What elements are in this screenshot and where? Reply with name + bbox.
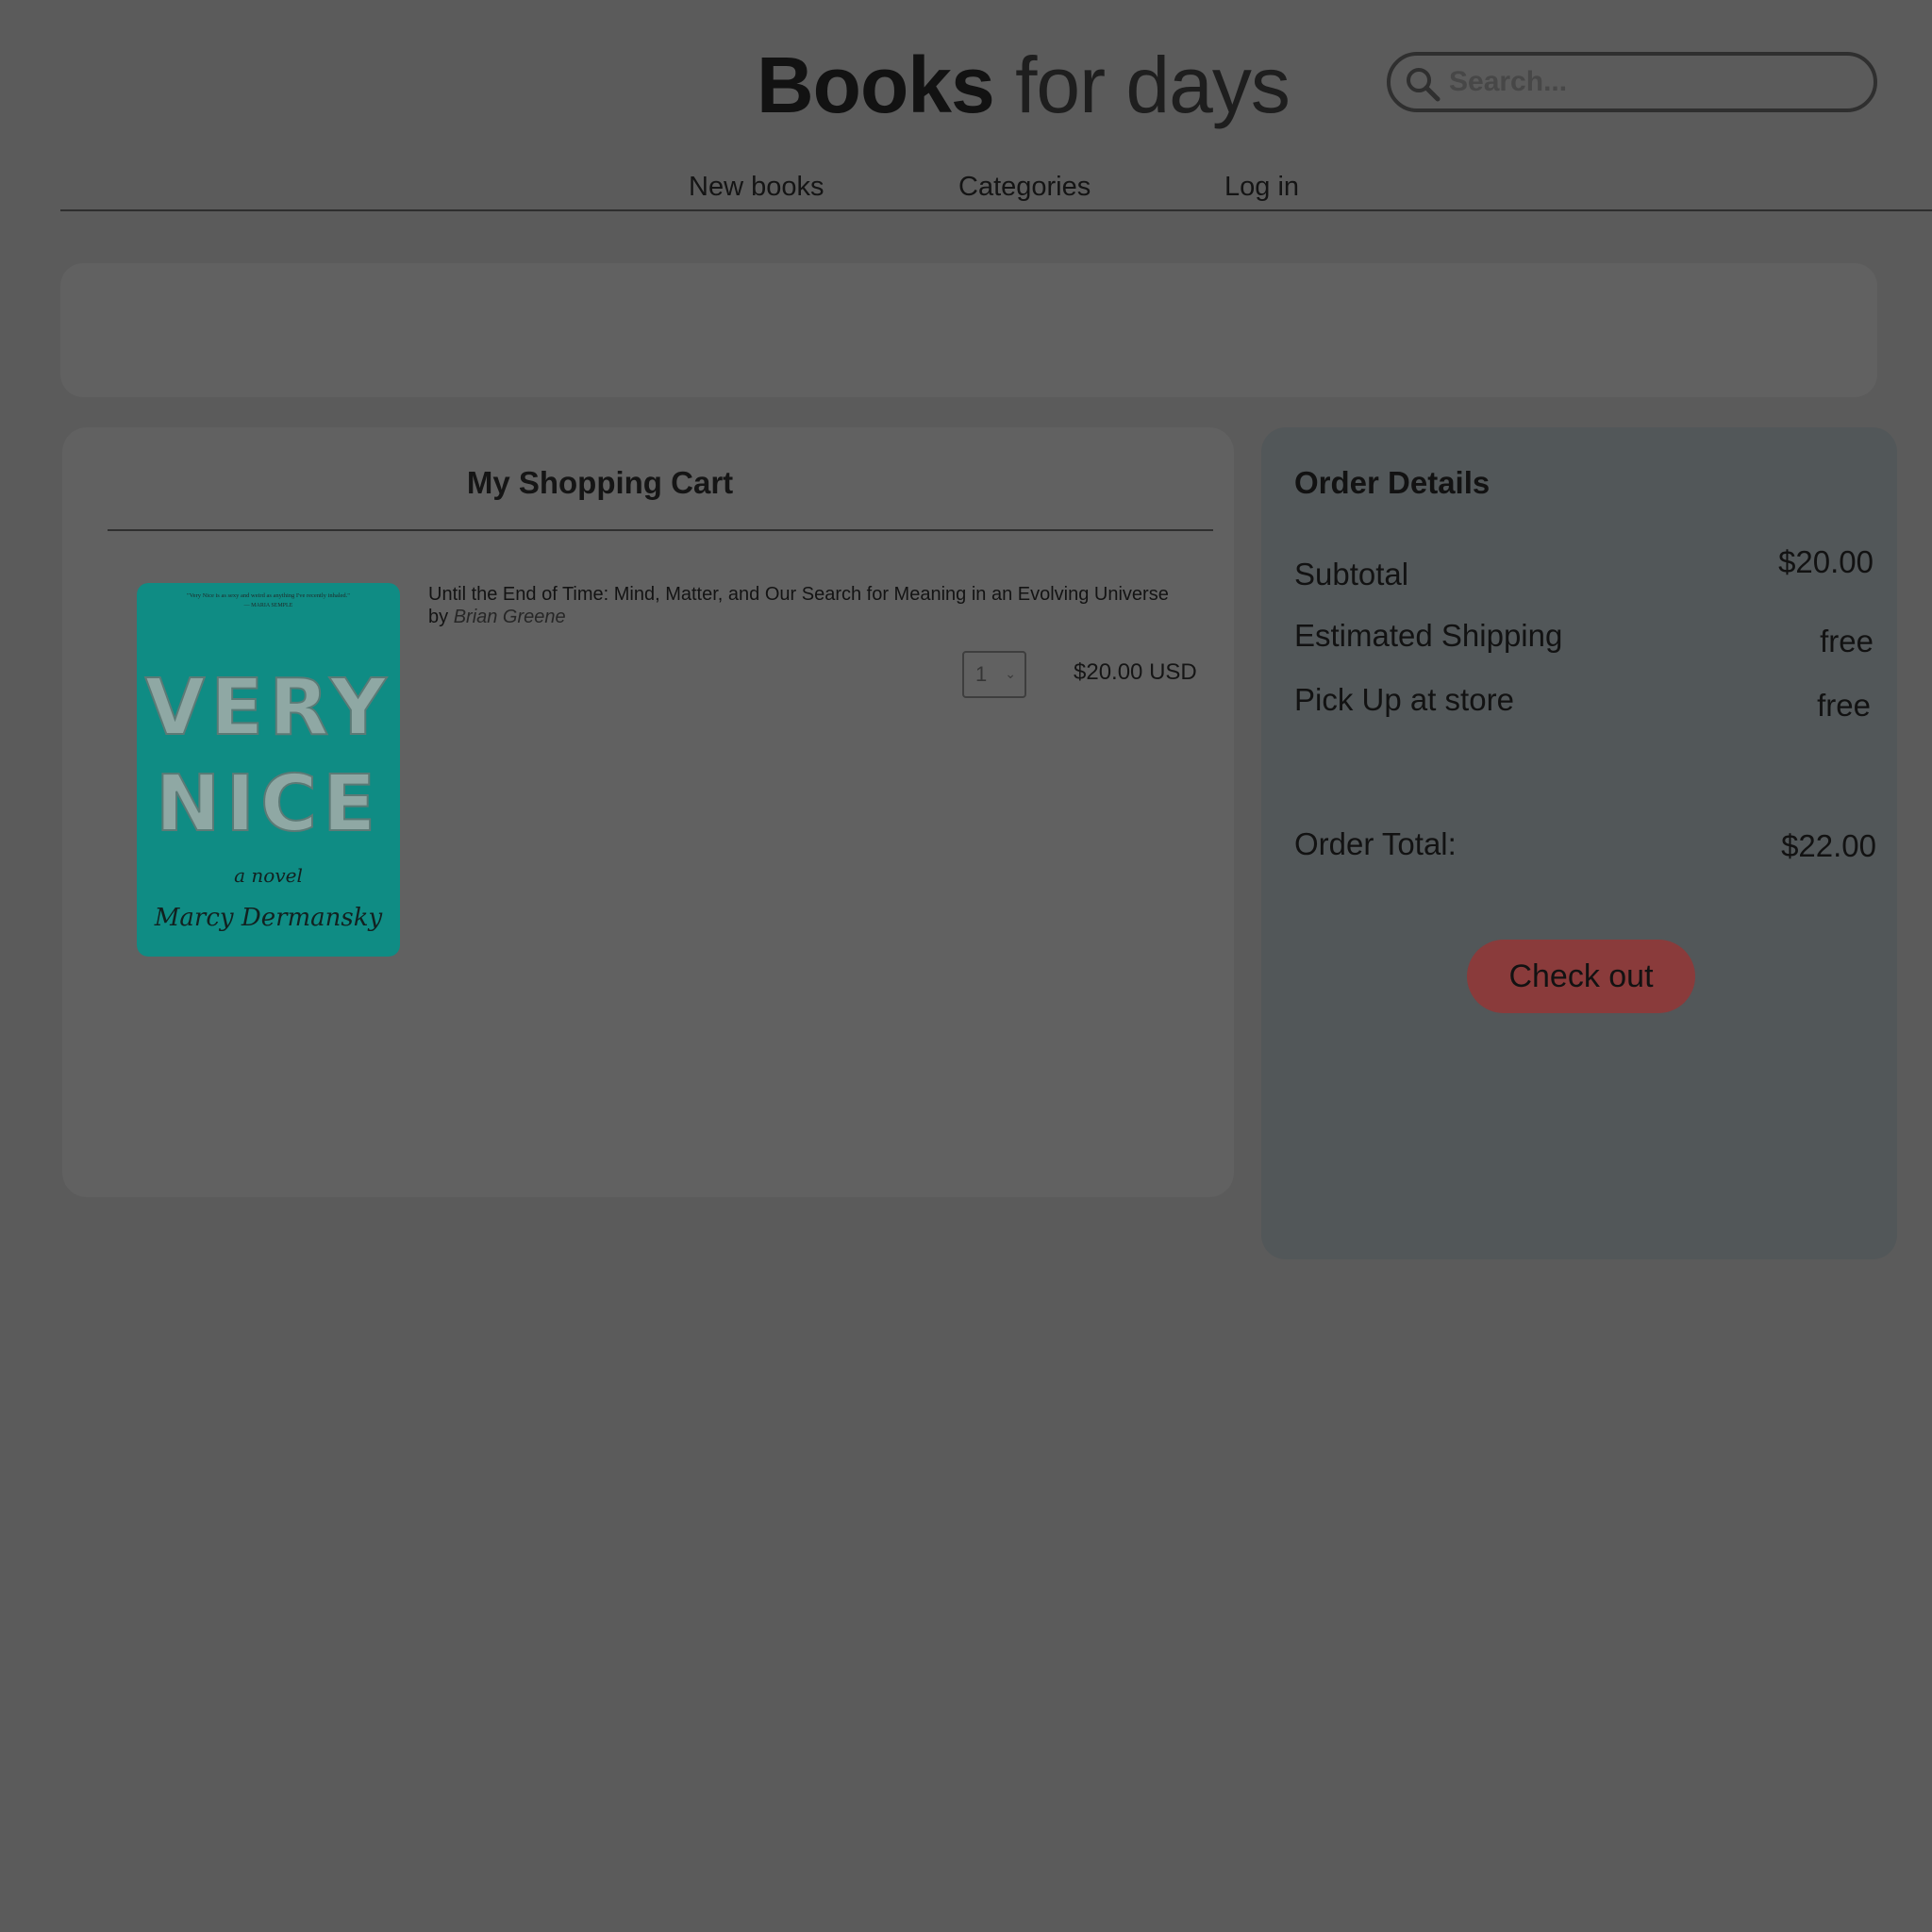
site-logo[interactable]: Books for days xyxy=(757,38,1291,132)
quantity-select[interactable]: 1 ⌄ xyxy=(962,651,1026,698)
subtotal-value: $20.00 xyxy=(1778,544,1874,579)
shopping-cart-panel: My Shopping Cart "Very Nice is as sexy a… xyxy=(62,427,1234,1197)
pickup-value: free xyxy=(1817,688,1871,723)
order-details-title: Order Details xyxy=(1294,465,1491,500)
nav-categories[interactable]: Categories xyxy=(958,168,1091,206)
subtotal-label: Subtotal xyxy=(1294,557,1409,591)
nav-log-in[interactable]: Log in xyxy=(1224,168,1299,206)
cart-divider xyxy=(108,529,1213,531)
cover-blurb-line1: "Very Nice is as sexy and weird as anyth… xyxy=(187,592,350,599)
quantity-value: 1 xyxy=(975,662,988,686)
logo-bold-text: Books xyxy=(757,41,995,129)
banner xyxy=(60,263,1877,397)
order-total-value: $22.00 xyxy=(1781,828,1876,863)
shipping-label: Estimated Shipping xyxy=(1294,618,1563,653)
order-total-label: Order Total: xyxy=(1294,826,1457,861)
search-input[interactable] xyxy=(1449,63,1855,101)
cart-title: My Shopping Cart xyxy=(466,465,734,500)
shipping-value: free xyxy=(1820,624,1874,658)
cover-blurb-line2: — MARIA SEMPLE xyxy=(243,603,293,608)
checkout-button[interactable]: Check out xyxy=(1467,940,1695,1013)
book-cover-image[interactable]: "Very Nice is as sexy and weird as anyth… xyxy=(137,583,400,957)
cover-title-line1: VERY xyxy=(145,663,392,753)
search-icon[interactable] xyxy=(1404,65,1441,103)
item-by-label: by xyxy=(428,607,449,627)
item-title[interactable]: Until the End of Time: Mind, Matter, and… xyxy=(428,583,1211,606)
logo-light-text: for days xyxy=(1015,41,1291,129)
item-price: $20.00 USD xyxy=(1074,659,1197,685)
page: Books for days New books Categories Log … xyxy=(0,0,1932,1932)
cover-title-line2: NICE xyxy=(156,759,381,849)
main-nav: New books Categories Log in xyxy=(0,168,1932,209)
nav-new-books[interactable]: New books xyxy=(689,168,824,206)
pickup-label: Pick Up at store xyxy=(1294,682,1514,717)
search-box[interactable] xyxy=(1387,52,1877,112)
cover-author: Marcy Dermansky xyxy=(154,904,383,932)
chevron-down-icon: ⌄ xyxy=(1005,666,1016,681)
nav-divider xyxy=(60,209,1932,211)
item-author-name[interactable]: Brian Greene xyxy=(454,607,566,627)
cover-subtitle: a novel xyxy=(234,864,303,887)
item-author-line: by Brian Greene xyxy=(428,606,566,628)
order-details-panel: Order Details Subtotal $20.00 Estimated … xyxy=(1261,427,1897,1259)
